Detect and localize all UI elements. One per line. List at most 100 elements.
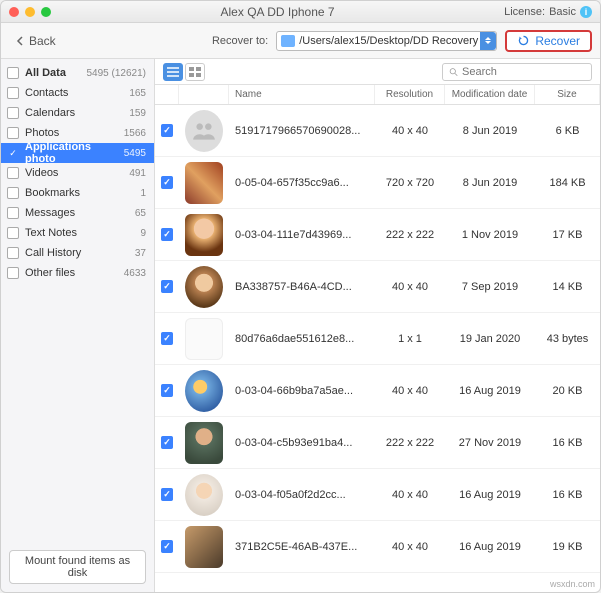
folder-icon — [281, 35, 295, 47]
col-name[interactable]: Name — [229, 85, 375, 104]
body: All Data5495 (12621)Contacts165Calendars… — [1, 59, 600, 592]
table-row[interactable]: 5191717966570690028...40 x 408 Jun 20196… — [155, 105, 600, 157]
col-size[interactable]: Size — [535, 85, 600, 104]
row-checkbox[interactable] — [161, 124, 173, 137]
thumbnail — [185, 370, 223, 412]
sidebar-item-calendars[interactable]: Calendars 159 — [1, 103, 154, 123]
file-name: 0-03-04-66b9ba7a5ae... — [235, 385, 353, 397]
sidebar-item-contacts[interactable]: Contacts165 — [1, 83, 154, 103]
file-date: 7 Sep 2019 — [445, 261, 535, 312]
back-button[interactable]: Back — [9, 32, 62, 50]
row-checkbox[interactable] — [161, 228, 173, 241]
grid-icon — [189, 67, 201, 77]
file-date: 19 Jan 2020 — [445, 313, 535, 364]
file-size: 19 KB — [535, 521, 600, 572]
row-checkbox[interactable] — [161, 384, 173, 397]
checkbox[interactable] — [7, 187, 19, 199]
sidebar: All Data5495 (12621)Contacts165Calendars… — [1, 59, 155, 592]
sidebar-item-label: Messages — [25, 207, 129, 219]
people-placeholder-icon — [191, 118, 217, 144]
file-name: 5191717966570690028... — [235, 125, 360, 137]
checkbox[interactable] — [7, 67, 19, 79]
sidebar-item-text-notes[interactable]: Text Notes 9 — [1, 223, 154, 243]
table-row[interactable]: 80d76a6dae551612e8... 1 x 119 Jan 202043 … — [155, 313, 600, 365]
sidebar-item-label: Videos — [25, 167, 123, 179]
grid-view-button[interactable] — [185, 63, 205, 81]
checkbox[interactable] — [7, 207, 19, 219]
checkbox[interactable]: ✓ — [7, 147, 19, 159]
sidebar-item-label: Other files — [25, 267, 118, 279]
file-resolution: 222 x 222 — [375, 209, 445, 260]
file-size: 184 KB — [535, 157, 600, 208]
search-input[interactable] — [462, 66, 585, 78]
search-box[interactable] — [442, 63, 592, 81]
file-size: 43 bytes — [535, 313, 600, 364]
sidebar-item-count: 37 — [135, 248, 146, 259]
recover-path: /Users/alex15/Desktop/DD Recovery — [299, 35, 478, 47]
checkbox[interactable] — [7, 87, 19, 99]
col-resolution[interactable]: Resolution — [375, 85, 445, 104]
mount-button[interactable]: Mount found items as disk — [9, 550, 146, 584]
sidebar-item-label: Text Notes — [25, 227, 134, 239]
table-row[interactable]: BA338757-B46A-4CD...40 x 407 Sep 201914 … — [155, 261, 600, 313]
table-header: Name Resolution Modification date Size — [155, 85, 600, 105]
sidebar-item-label: Calendars — [25, 107, 123, 119]
file-size: 6 KB — [535, 105, 600, 156]
row-checkbox[interactable] — [161, 436, 173, 449]
sidebar-item-count: 1 — [140, 188, 146, 199]
checkbox[interactable] — [7, 127, 19, 139]
table-row[interactable]: 0-03-04-f05a0f2d2cc...40 x 4016 Aug 2019… — [155, 469, 600, 521]
table-row[interactable]: 0-03-04-111e7d43969...222 x 2221 Nov 201… — [155, 209, 600, 261]
list-view-button[interactable] — [163, 63, 183, 81]
table-row[interactable]: 0-03-04-66b9ba7a5ae...40 x 4016 Aug 2019… — [155, 365, 600, 417]
close-icon[interactable] — [9, 7, 19, 17]
sidebar-item-call-history[interactable]: Call History 37 — [1, 243, 154, 263]
sidebar-item-photos[interactable]: Photos1566 — [1, 123, 154, 143]
thumbnail — [185, 110, 223, 152]
checkbox[interactable] — [7, 227, 19, 239]
checkbox[interactable] — [7, 107, 19, 119]
traffic-lights — [9, 7, 51, 17]
sidebar-item-all-data[interactable]: All Data5495 (12621) — [1, 63, 154, 83]
row-checkbox[interactable] — [161, 332, 173, 345]
file-date: 1 Nov 2019 — [445, 209, 535, 260]
minimize-icon[interactable] — [25, 7, 35, 17]
file-resolution: 40 x 40 — [375, 365, 445, 416]
checkbox[interactable] — [7, 247, 19, 259]
row-checkbox[interactable] — [161, 176, 173, 189]
sidebar-item-other-files[interactable]: Other files4633 — [1, 263, 154, 283]
sidebar-item-label: Bookmarks — [25, 187, 134, 199]
sidebar-item-label: Call History — [25, 247, 129, 259]
thumbnail — [185, 214, 223, 256]
sidebar-item-count: 9 — [140, 228, 146, 239]
checkbox[interactable] — [7, 167, 19, 179]
file-resolution: 40 x 40 — [375, 521, 445, 572]
watermark: wsxdn.com — [550, 579, 595, 589]
table-row[interactable]: 0-05-04-657f35cc9a6...720 x 7208 Jun 201… — [155, 157, 600, 209]
table-row[interactable]: 371B2C5E-46AB-437E...40 x 4016 Aug 20191… — [155, 521, 600, 573]
maximize-icon[interactable] — [41, 7, 51, 17]
checkbox[interactable] — [7, 267, 19, 279]
sidebar-item-messages[interactable]: Messages65 — [1, 203, 154, 223]
file-name: 0-03-04-c5b93e91ba4... — [235, 437, 352, 449]
recover-button[interactable]: Recover — [505, 30, 592, 52]
file-date: 8 Jun 2019 — [445, 105, 535, 156]
recover-button-label: Recover — [535, 34, 580, 48]
row-checkbox[interactable] — [161, 488, 173, 501]
table-body[interactable]: 5191717966570690028... 40 x 40 8 Jun 20196… — [155, 105, 600, 592]
col-date[interactable]: Modification date — [445, 85, 535, 104]
table-row[interactable]: 0-03-04-c5b93e91ba4...222 x 22227 Nov 20… — [155, 417, 600, 469]
info-icon[interactable]: i — [580, 6, 592, 18]
file-size: 16 KB — [535, 417, 600, 468]
file-name: 80d76a6dae551612e8... — [235, 333, 354, 345]
row-checkbox[interactable] — [161, 540, 173, 553]
sidebar-item-count: 1566 — [124, 128, 146, 139]
sidebar-item-videos[interactable]: Videos491 — [1, 163, 154, 183]
recover-path-selector[interactable]: /Users/alex15/Desktop/DD Recovery — [276, 31, 497, 51]
sidebar-item-bookmarks[interactable]: Bookmarks 1 — [1, 183, 154, 203]
file-resolution: 1 x 1 — [375, 313, 445, 364]
view-toggle — [163, 63, 205, 81]
sidebar-item-applications-photo[interactable]: ✓Applications photo5495 — [1, 143, 154, 163]
row-checkbox[interactable] — [161, 280, 173, 293]
sidebar-item-count: 159 — [129, 108, 146, 119]
